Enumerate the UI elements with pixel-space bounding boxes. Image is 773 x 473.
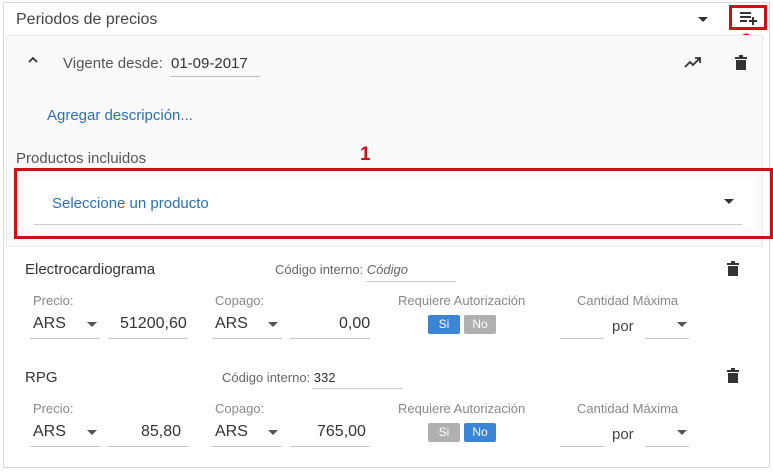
period-unit-underline[interactable] [645,338,689,339]
precio-amount-underline [108,446,188,447]
chevron-up-icon[interactable] [28,55,38,65]
add-description-link[interactable]: Agregar descripción... [47,107,193,124]
cantidad-input-underline[interactable] [560,338,604,339]
date-underline [170,76,260,77]
codigo-placeholder: Código [366,262,408,277]
precio-amount-input[interactable]: 85,80 [141,423,181,441]
copago-currency-caret-icon[interactable] [268,322,278,327]
copago-currency-caret-icon[interactable] [268,430,278,435]
cantidad-maxima-label: Cantidad Máxima [577,293,679,308]
copago-label: Copago: [215,293,265,308]
period-unit-underline[interactable] [645,446,689,447]
codigo-underline [366,281,456,282]
trending-up-icon[interactable] [684,56,702,68]
vigente-desde-label: Vigente desde: [63,55,163,72]
codigo-value: 332 [313,370,336,385]
product-name: Electrocardiograma [25,261,156,278]
card-title: Periodos de precios [16,11,158,28]
precio-currency-underline [30,446,100,447]
codigo-label: Código interno: [275,262,364,277]
cantidad-maxima-label: Cantidad Máxima [577,401,679,416]
precio-label: Precio: [33,293,74,308]
card-header: Periodos de precios [4,3,769,37]
precio-amount-input[interactable]: 51200,60 [120,315,187,333]
copago-amount-input[interactable]: 765,00 [317,423,366,441]
products-included-label: Productos incluidos [16,150,147,167]
precio-currency-underline [30,338,100,339]
copago-currency-select[interactable]: ARS [215,423,248,441]
codigo-label: Código interno: [222,370,311,385]
delete-product-trash-icon[interactable] [727,368,739,383]
precio-amount-underline [108,338,188,339]
copago-currency-underline [212,446,282,447]
por-label: por [612,426,634,443]
vigente-date-input[interactable]: 01-09-2017 [171,55,248,72]
delete-product-trash-icon[interactable] [727,261,739,276]
precio-currency-select[interactable]: ARS [33,423,66,441]
expand-caret-icon[interactable] [698,17,708,22]
highlight-box-1 [14,168,773,239]
copago-amount-input[interactable]: 0,00 [339,315,370,333]
period-unit-caret-icon[interactable] [677,430,687,435]
codigo-underline [312,388,402,389]
autorizacion-label: Requiere Autorización [398,401,526,416]
annotation-number-1: 1 [360,144,371,165]
period-unit-caret-icon[interactable] [677,322,687,327]
playlist-add-icon[interactable] [739,10,759,26]
autorizacion-label: Requiere Autorización [398,293,526,308]
cantidad-input-underline[interactable] [560,446,604,447]
precio-currency-caret-icon[interactable] [87,430,97,435]
copago-currency-select[interactable]: ARS [215,315,248,333]
autorizacion-no-toggle[interactable]: No [464,315,496,334]
autorizacion-si-toggle[interactable]: Si [428,315,460,334]
copago-label: Copago: [215,401,265,416]
por-label: por [612,318,634,335]
codigo-interno-field[interactable]: Código interno: 332 [222,370,336,385]
autorizacion-no-toggle[interactable]: No [464,423,496,442]
codigo-interno-field[interactable]: Código interno: Código [275,262,408,277]
copago-currency-underline [212,338,282,339]
copago-amount-underline [290,338,370,339]
autorizacion-si-toggle[interactable]: Si [428,423,460,442]
precio-currency-select[interactable]: ARS [33,315,66,333]
precio-currency-caret-icon[interactable] [87,322,97,327]
precio-label: Precio: [33,401,74,416]
delete-period-trash-icon[interactable] [735,55,747,70]
copago-amount-underline [290,446,370,447]
product-name: RPG [25,369,58,386]
